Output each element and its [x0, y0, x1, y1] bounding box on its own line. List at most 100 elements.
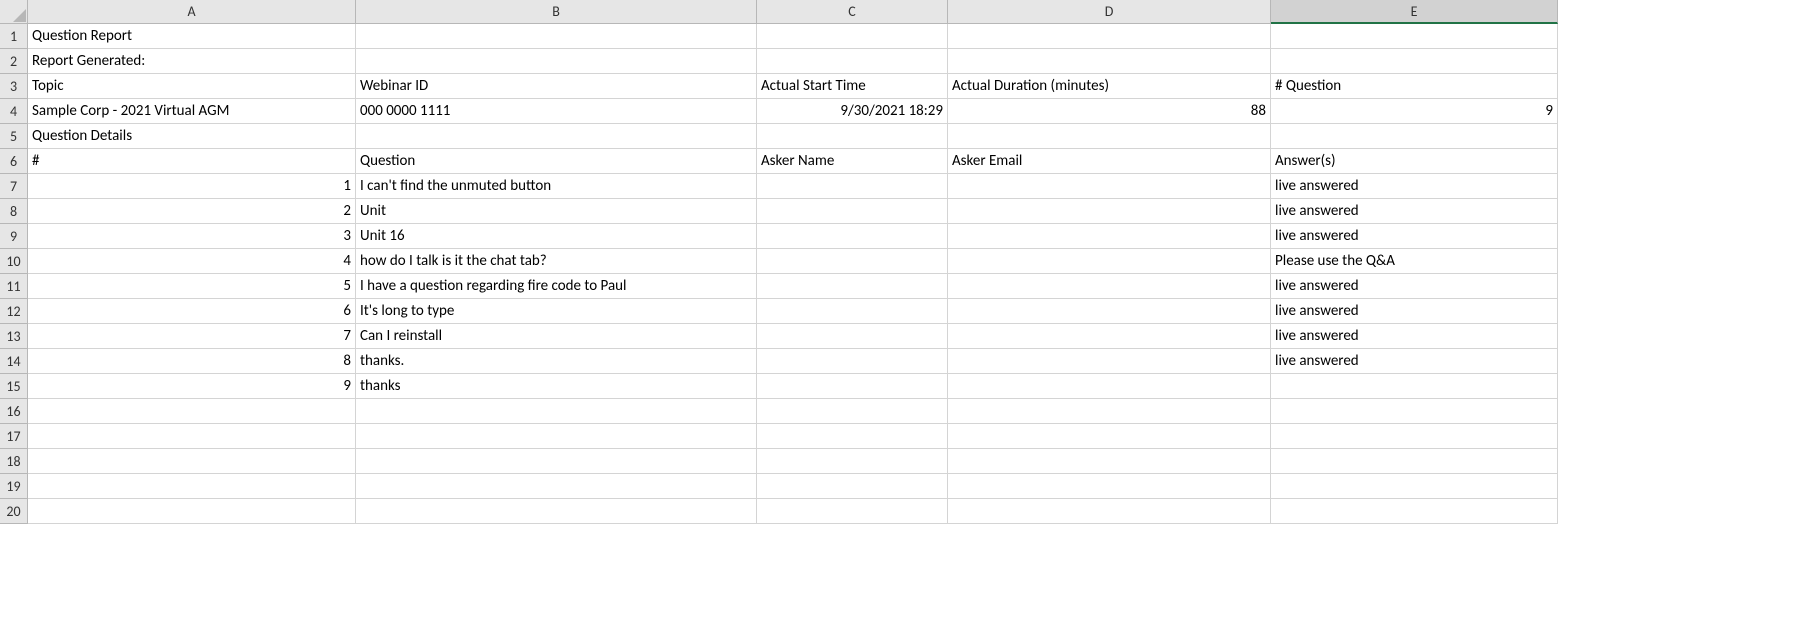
cell-C2[interactable]	[757, 49, 948, 74]
cell-D9[interactable]	[948, 224, 1271, 249]
cell-A5[interactable]: Question Details	[28, 124, 356, 149]
cell-A10[interactable]: 4	[28, 249, 356, 274]
row-header-3[interactable]: 3	[0, 74, 28, 99]
cell-C16[interactable]	[757, 399, 948, 424]
cell-B18[interactable]	[356, 449, 757, 474]
cell-A12[interactable]: 6	[28, 299, 356, 324]
cell-E20[interactable]	[1271, 499, 1558, 524]
cell-B5[interactable]	[356, 124, 757, 149]
cell-A16[interactable]	[28, 399, 356, 424]
cell-A9[interactable]: 3	[28, 224, 356, 249]
cell-C8[interactable]	[757, 199, 948, 224]
cell-D16[interactable]	[948, 399, 1271, 424]
cell-E1[interactable]	[1271, 24, 1558, 49]
cell-C6[interactable]: Asker Name	[757, 149, 948, 174]
cell-B16[interactable]	[356, 399, 757, 424]
column-header-A[interactable]: A	[28, 0, 356, 24]
row-header-19[interactable]: 19	[0, 474, 28, 499]
cell-E8[interactable]: live answered	[1271, 199, 1558, 224]
cell-D1[interactable]	[948, 24, 1271, 49]
cell-C15[interactable]	[757, 374, 948, 399]
cell-D4[interactable]: 88	[948, 99, 1271, 124]
cell-C12[interactable]	[757, 299, 948, 324]
cell-B13[interactable]: Can I reinstall	[356, 324, 757, 349]
cell-B19[interactable]	[356, 474, 757, 499]
cell-E14[interactable]: live answered	[1271, 349, 1558, 374]
cell-A13[interactable]: 7	[28, 324, 356, 349]
cell-C5[interactable]	[757, 124, 948, 149]
cell-C1[interactable]	[757, 24, 948, 49]
cell-D20[interactable]	[948, 499, 1271, 524]
row-header-4[interactable]: 4	[0, 99, 28, 124]
column-header-C[interactable]: C	[757, 0, 948, 24]
cell-A7[interactable]: 1	[28, 174, 356, 199]
cell-E19[interactable]	[1271, 474, 1558, 499]
row-header-10[interactable]: 10	[0, 249, 28, 274]
cell-D15[interactable]	[948, 374, 1271, 399]
cell-B15[interactable]: thanks	[356, 374, 757, 399]
row-header-6[interactable]: 6	[0, 149, 28, 174]
cell-B10[interactable]: how do I talk is it the chat tab?	[356, 249, 757, 274]
cell-A15[interactable]: 9	[28, 374, 356, 399]
cell-B11[interactable]: I have a question regarding fire code to…	[356, 274, 757, 299]
cell-C14[interactable]	[757, 349, 948, 374]
row-header-5[interactable]: 5	[0, 124, 28, 149]
cell-E4[interactable]: 9	[1271, 99, 1558, 124]
cell-B3[interactable]: Webinar ID	[356, 74, 757, 99]
column-header-E[interactable]: E	[1271, 0, 1558, 24]
cell-D7[interactable]	[948, 174, 1271, 199]
cell-A11[interactable]: 5	[28, 274, 356, 299]
column-header-D[interactable]: D	[948, 0, 1271, 24]
cell-B12[interactable]: It's long to type	[356, 299, 757, 324]
cell-C13[interactable]	[757, 324, 948, 349]
cell-C11[interactable]	[757, 274, 948, 299]
cell-A17[interactable]	[28, 424, 356, 449]
cell-C3[interactable]: Actual Start Time	[757, 74, 948, 99]
cell-E11[interactable]: live answered	[1271, 274, 1558, 299]
row-header-15[interactable]: 15	[0, 374, 28, 399]
row-header-16[interactable]: 16	[0, 399, 28, 424]
cell-A4[interactable]: Sample Corp - 2021 Virtual AGM	[28, 99, 356, 124]
cell-E17[interactable]	[1271, 424, 1558, 449]
cell-A18[interactable]	[28, 449, 356, 474]
cell-B1[interactable]	[356, 24, 757, 49]
row-header-20[interactable]: 20	[0, 499, 28, 524]
cell-D18[interactable]	[948, 449, 1271, 474]
row-header-11[interactable]: 11	[0, 274, 28, 299]
cell-E10[interactable]: Please use the Q&A	[1271, 249, 1558, 274]
cell-E15[interactable]	[1271, 374, 1558, 399]
spreadsheet-grid[interactable]: ABCDE1Question Report2Report Generated:3…	[0, 0, 1803, 524]
cell-B7[interactable]: I can't find the unmuted button	[356, 174, 757, 199]
cell-D14[interactable]	[948, 349, 1271, 374]
cell-D2[interactable]	[948, 49, 1271, 74]
cell-D12[interactable]	[948, 299, 1271, 324]
row-header-13[interactable]: 13	[0, 324, 28, 349]
row-header-2[interactable]: 2	[0, 49, 28, 74]
cell-A1[interactable]: Question Report	[28, 24, 356, 49]
cell-C17[interactable]	[757, 424, 948, 449]
cell-D6[interactable]: Asker Email	[948, 149, 1271, 174]
row-header-14[interactable]: 14	[0, 349, 28, 374]
row-header-7[interactable]: 7	[0, 174, 28, 199]
row-header-12[interactable]: 12	[0, 299, 28, 324]
cell-E3[interactable]: # Question	[1271, 74, 1558, 99]
cell-E18[interactable]	[1271, 449, 1558, 474]
cell-B14[interactable]: thanks.	[356, 349, 757, 374]
cell-B2[interactable]	[356, 49, 757, 74]
cell-A14[interactable]: 8	[28, 349, 356, 374]
cell-E13[interactable]: live answered	[1271, 324, 1558, 349]
cell-D10[interactable]	[948, 249, 1271, 274]
cell-B20[interactable]	[356, 499, 757, 524]
row-header-8[interactable]: 8	[0, 199, 28, 224]
cell-D8[interactable]	[948, 199, 1271, 224]
cell-C10[interactable]	[757, 249, 948, 274]
row-header-17[interactable]: 17	[0, 424, 28, 449]
cell-A2[interactable]: Report Generated:	[28, 49, 356, 74]
cell-D5[interactable]	[948, 124, 1271, 149]
cell-E12[interactable]: live answered	[1271, 299, 1558, 324]
cell-E5[interactable]	[1271, 124, 1558, 149]
cell-A6[interactable]: #	[28, 149, 356, 174]
cell-D13[interactable]	[948, 324, 1271, 349]
cell-C7[interactable]	[757, 174, 948, 199]
cell-B9[interactable]: Unit 16	[356, 224, 757, 249]
